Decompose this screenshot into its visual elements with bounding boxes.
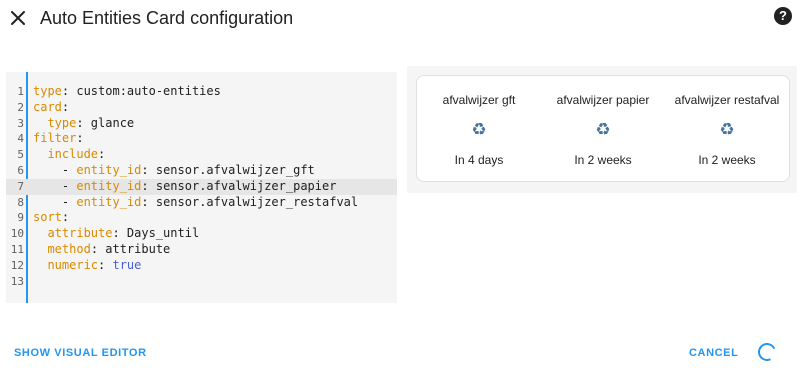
yaml-text: - (33, 178, 77, 193)
code-line[interactable]: 8 - entity_id: sensor.afvalwijzer_restaf… (6, 195, 397, 211)
show-visual-editor-button[interactable]: SHOW VISUAL EDITOR (14, 347, 147, 359)
yaml-key: attribute (47, 226, 113, 241)
code-text: method: attribute (33, 242, 170, 258)
yaml-text: : (98, 257, 113, 272)
yaml-text (33, 116, 47, 130)
code-line[interactable]: 10 attribute: Days_until (6, 226, 397, 242)
recycle-icon: ♻ (471, 120, 487, 139)
yaml-text: : custom:auto-entities (61, 84, 221, 98)
yaml-key: entity_id (76, 162, 142, 177)
code-line[interactable]: 7 - entity_id: sensor.afvalwijzer_papier (6, 178, 397, 195)
yaml-code-editor[interactable]: 1 type: custom:auto-entities 2 card: 3 type:… (6, 72, 397, 303)
loading-spinner-icon (755, 340, 779, 364)
card-preview: afvalwijzer gft ♻ In 4 days afvalwijzer … (407, 66, 797, 193)
line-number: 12 (10, 258, 24, 272)
code-text: filter: (33, 131, 84, 147)
yaml-text (33, 147, 47, 161)
entity-state: In 2 weeks (698, 153, 756, 167)
yaml-text (33, 242, 47, 256)
code-text: sort: (33, 210, 69, 226)
yaml-key: filter (33, 131, 77, 146)
code-line[interactable]: 13 (6, 274, 397, 290)
line-number: 11 (10, 242, 24, 256)
entity-state: In 2 weeks (574, 153, 632, 167)
code-line[interactable]: 2 card: (6, 100, 397, 116)
code-text: - entity_id: sensor.afvalwijzer_papier (33, 178, 337, 195)
yaml-key: sort (33, 210, 62, 225)
code-line[interactable]: 6 - entity_id: sensor.afvalwijzer_gft (6, 163, 397, 179)
code-line[interactable]: 1 type: custom:auto-entities (6, 84, 397, 100)
cancel-button[interactable]: CANCEL (689, 347, 738, 359)
code-line[interactable]: 3 type: glance (6, 116, 397, 132)
line-number: 1 (17, 85, 24, 98)
line-number: 4 (17, 132, 24, 146)
yaml-text: : sensor.afvalwijzer_restafval (141, 194, 359, 209)
entity-afvalwijzer-papier[interactable]: afvalwijzer papier ♻ In 2 weeks (541, 76, 665, 181)
code-text: - entity_id: sensor.afvalwijzer_restafva… (33, 195, 358, 211)
yaml-text: : attribute (90, 241, 171, 256)
yaml-key: include (47, 147, 99, 162)
line-number: 3 (17, 116, 24, 130)
yaml-key: numeric (47, 257, 99, 272)
code-line[interactable]: 4 filter: (6, 131, 397, 147)
yaml-key: method (47, 241, 91, 256)
yaml-text: : (98, 147, 106, 162)
code-text: type: glance (33, 116, 134, 132)
yaml-text (33, 226, 47, 240)
yaml-text: : (76, 131, 84, 146)
yaml-text: : sensor.afvalwijzer_gft (141, 162, 315, 177)
entity-name: afvalwijzer gft (442, 93, 516, 107)
yaml-text: : glance (76, 115, 135, 130)
entity-afvalwijzer-restafval[interactable]: afvalwijzer restafval ♻ In 2 weeks (665, 76, 789, 181)
code-text: - entity_id: sensor.afvalwijzer_gft (33, 163, 315, 179)
yaml-key: type (33, 84, 62, 98)
code-text: numeric: true (33, 258, 141, 274)
code-line[interactable]: 12 numeric: true (6, 258, 397, 274)
entity-afvalwijzer-gft[interactable]: afvalwijzer gft ♻ In 4 days (417, 76, 541, 181)
code-text: include: (33, 147, 105, 163)
code-text: card: (33, 100, 69, 116)
yaml-text: : Days_until (112, 226, 200, 241)
yaml-key: entity_id (76, 178, 142, 193)
code-line[interactable]: 5 include: (6, 147, 397, 163)
yaml-text: : (61, 210, 70, 225)
yaml-boolean: true (112, 257, 142, 272)
line-number: 8 (17, 195, 24, 209)
line-number: 10 (10, 227, 24, 241)
yaml-text: - (33, 162, 77, 177)
yaml-key: entity_id (76, 194, 142, 209)
yaml-text: : (61, 99, 70, 114)
help-icon[interactable]: ? (774, 7, 792, 25)
line-number: 7 (17, 179, 24, 193)
yaml-text: : sensor.afvalwijzer_papier (141, 178, 337, 193)
dialog-header: Auto Entities Card configuration ? (0, 0, 800, 36)
code-line[interactable]: 9 sort: (6, 210, 397, 226)
entity-name: afvalwijzer restafval (674, 93, 780, 107)
line-number: 5 (17, 148, 24, 162)
entity-state: In 4 days (454, 153, 504, 167)
close-icon[interactable] (6, 6, 30, 30)
glance-card: afvalwijzer gft ♻ In 4 days afvalwijzer … (416, 75, 790, 182)
yaml-text: - (33, 194, 77, 209)
yaml-text (33, 258, 47, 272)
recycle-icon: ♻ (595, 120, 611, 139)
line-number: 6 (17, 163, 24, 177)
line-number: 13 (10, 274, 24, 288)
line-number: 2 (17, 100, 24, 114)
entity-name: afvalwijzer papier (556, 93, 650, 107)
recycle-icon: ♻ (719, 120, 735, 139)
dialog-title: Auto Entities Card configuration (40, 8, 294, 28)
code-lines: 1 type: custom:auto-entities 2 card: 3 type:… (6, 84, 397, 289)
code-line[interactable]: 11 method: attribute (6, 242, 397, 258)
code-text: attribute: Days_until (33, 226, 199, 242)
code-text: type: custom:auto-entities (33, 84, 221, 100)
line-number: 9 (17, 211, 24, 225)
yaml-key: type (47, 115, 77, 130)
yaml-key: card (33, 99, 62, 114)
